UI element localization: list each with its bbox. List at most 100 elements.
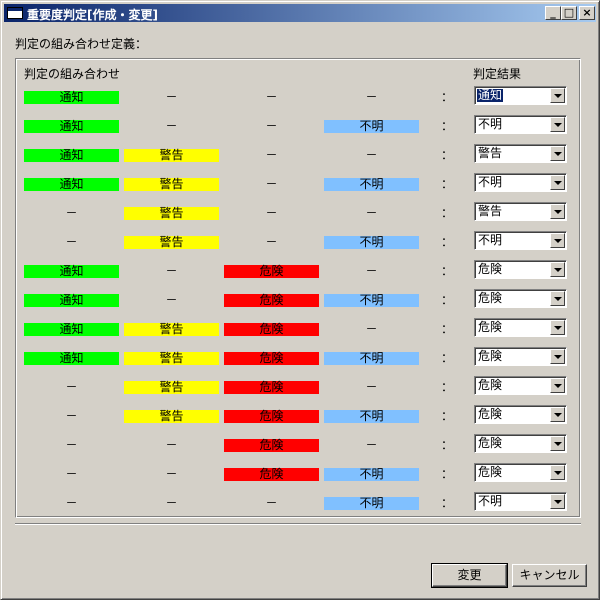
result-dropdown-value: 不明 [478,117,503,131]
chevron-down-icon[interactable] [550,262,565,277]
level-warning-cell: 警告 [124,178,219,191]
chevron-down-icon[interactable] [550,436,565,451]
result-dropdown[interactable]: 通知 [474,86,567,105]
result-dropdown[interactable]: 危険 [474,405,567,424]
empty-level-cell: － [365,438,378,452]
combination-row: － 警告 － － ： 警告 [1,202,600,227]
result-dropdown[interactable]: 危険 [474,318,567,337]
level-unknown-cell: 不明 [324,352,419,365]
section-label: 判定の組み合わせ定義： [15,37,148,51]
result-dropdown-value: 危険 [478,262,503,276]
chevron-down-icon[interactable] [550,291,565,306]
empty-level-cell: － [65,235,78,249]
row-colon: ： [441,351,454,365]
empty-level-cell: － [65,467,78,481]
chevron-down-icon[interactable] [550,175,565,190]
result-dropdown[interactable]: 危険 [474,463,567,482]
close-button[interactable]: × [579,6,595,20]
chevron-down-icon[interactable] [550,378,565,393]
combination-row: 通知 警告 危険－：危険 [1,318,600,343]
level-unknown-cell: 不明 [324,120,419,133]
empty-level-cell: － [265,148,278,162]
chevron-down-icon[interactable] [550,465,565,480]
level-unknown-cell: 不明 [324,468,419,481]
combination-row: － － 危険 － ： 危険 [1,434,600,459]
row-colon: ： [441,380,454,394]
empty-level-cell: － [265,119,278,133]
empty-level-cell: － [365,90,378,104]
row-colon: ： [441,409,454,423]
chevron-down-icon[interactable] [550,117,565,132]
level-danger-cell: 危険 [224,410,319,423]
result-dropdown[interactable]: 不明 [474,231,567,250]
empty-level-cell: － [65,206,78,220]
result-dropdown-value: 危険 [478,291,503,305]
empty-level-cell: － [265,496,278,510]
empty-level-cell: － [65,380,78,394]
row-colon: ： [441,235,454,249]
chevron-down-icon[interactable] [550,146,565,161]
combination-row: －警告 危険 不明：危険 [1,405,600,430]
level-notice-cell: 通知 [24,120,119,133]
result-dropdown[interactable]: 危険 [474,376,567,395]
result-dropdown-value: 警告 [478,146,503,160]
row-colon: ： [441,119,454,133]
title-bar[interactable]: 重要度判定[作成・変更] _ □ × [4,4,596,22]
level-danger-cell: 危険 [224,265,319,278]
result-dropdown[interactable]: 危険 [474,434,567,453]
level-unknown-cell: 不明 [324,178,419,191]
level-notice-cell: 通知 [24,178,119,191]
combination-row: 通知 － － 不明 ： 不明 [1,115,600,140]
result-dropdown-value: 危険 [478,320,503,334]
empty-level-cell: － [265,90,278,104]
level-warning-cell: 警告 [124,149,219,162]
result-dropdown[interactable]: 不明 [474,173,567,192]
level-danger-cell: 危険 [224,381,319,394]
result-dropdown-value: 危険 [478,465,503,479]
combination-row: 通知 警告－－：警告 [1,144,600,169]
combination-header: 判定の組み合わせ [24,67,121,81]
result-dropdown[interactable]: 危険 [474,289,567,308]
chevron-down-icon[interactable] [550,88,565,103]
level-unknown-cell: 不明 [324,236,419,249]
cancel-button[interactable]: キャンセル [512,564,587,587]
combination-row: － － － 不明 ： 不明 [1,492,600,517]
change-button[interactable]: 変更 [431,563,508,588]
maximize-button[interactable]: □ [561,6,577,20]
chevron-down-icon[interactable] [550,494,565,509]
chevron-down-icon[interactable] [550,407,565,422]
level-danger-cell: 危険 [224,323,319,336]
empty-level-cell: － [265,206,278,220]
result-dropdown[interactable]: 警告 [474,144,567,163]
result-dropdown-value: 危険 [478,436,503,450]
row-colon: ： [441,496,454,510]
empty-level-cell: － [165,293,178,307]
level-danger-cell: 危険 [224,439,319,452]
combination-row: 通知 警告 危険 不明：危険 [1,347,600,372]
level-warning-cell: 警告 [124,323,219,336]
result-dropdown[interactable]: 不明 [474,115,567,134]
combination-row: － 警告 － 不明 ： 不明 [1,231,600,256]
level-unknown-cell: 不明 [324,294,419,307]
result-dropdown[interactable]: 危険 [474,347,567,366]
empty-level-cell: － [365,206,378,220]
chevron-down-icon[interactable] [550,233,565,248]
level-notice-cell: 通知 [24,149,119,162]
chevron-down-icon[interactable] [550,204,565,219]
row-colon: ： [441,90,454,104]
empty-level-cell: － [165,496,178,510]
empty-level-cell: － [165,119,178,133]
level-danger-cell: 危険 [224,468,319,481]
result-dropdown[interactable]: 不明 [474,492,567,511]
result-dropdown[interactable]: 危険 [474,260,567,279]
empty-level-cell: － [365,380,378,394]
combination-row: －警告 危険－：危険 [1,376,600,401]
level-warning-cell: 警告 [124,352,219,365]
level-warning-cell: 警告 [124,236,219,249]
minimize-button[interactable]: _ [545,6,561,20]
chevron-down-icon[interactable] [550,349,565,364]
empty-level-cell: － [65,438,78,452]
chevron-down-icon[interactable] [550,320,565,335]
result-dropdown-value: 不明 [478,494,503,508]
result-dropdown[interactable]: 警告 [474,202,567,221]
